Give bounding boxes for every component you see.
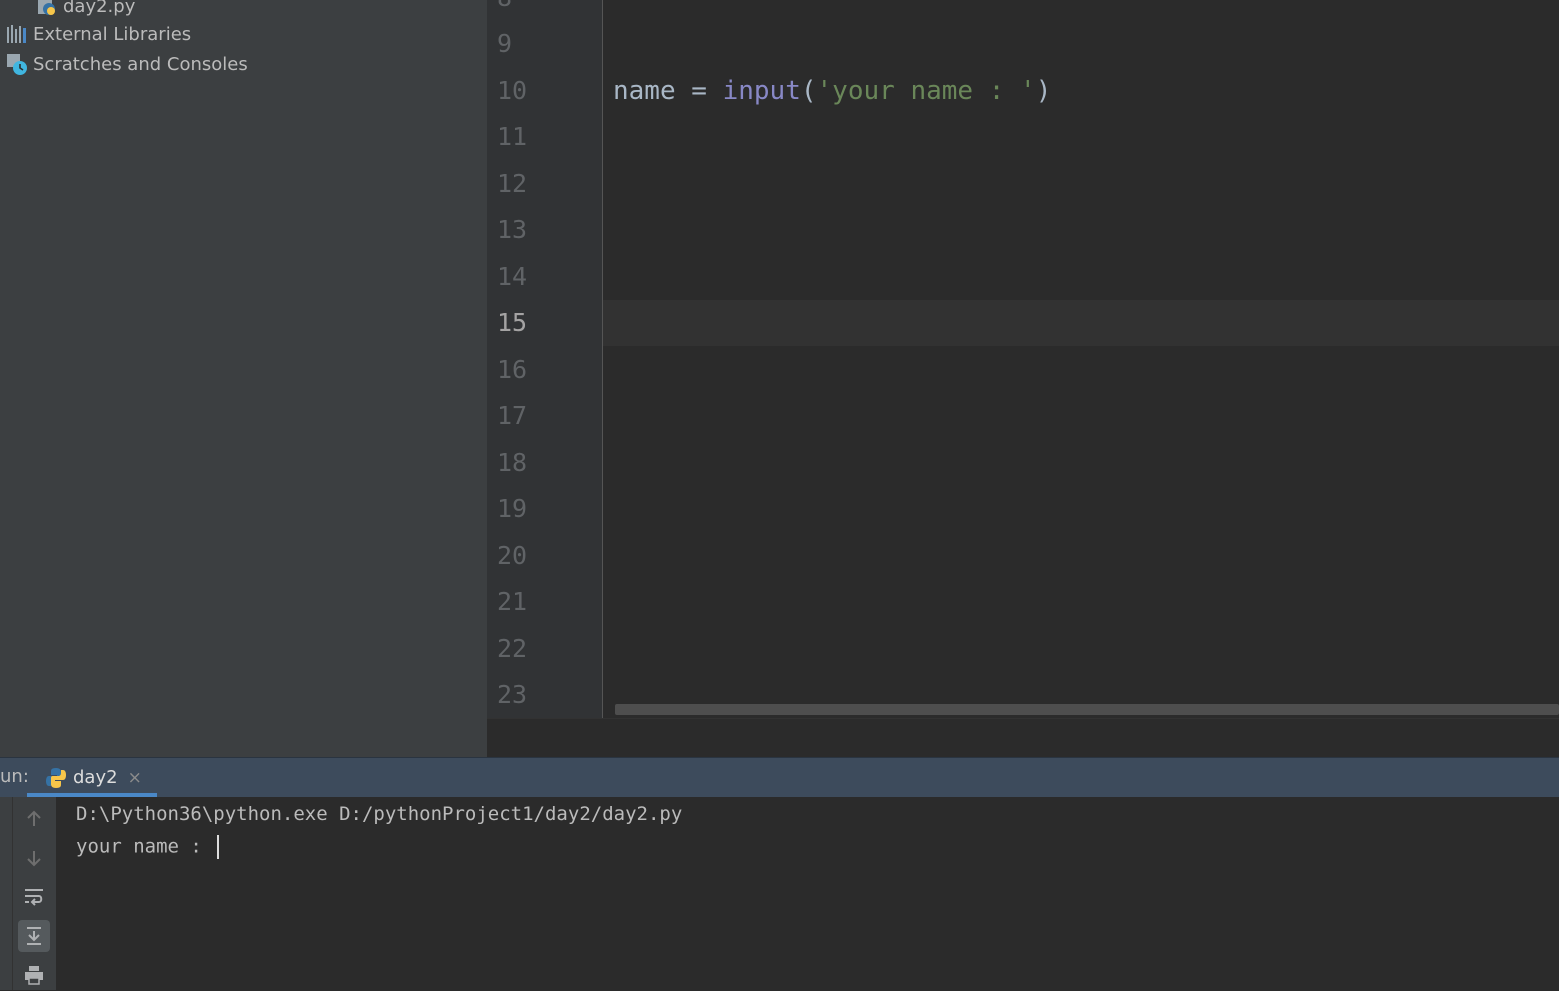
code-line-10[interactable]: name = input('your name : ') [613,74,1051,108]
line-number: 13 [497,215,528,244]
line-number: 8 [497,0,557,13]
line-number: 9 [497,29,513,58]
line-number: 22 [497,634,528,663]
line-number: 21 [497,587,528,616]
line-number: 10 [497,76,528,105]
editor-bottom-area [487,718,1559,758]
code-editor[interactable]: name = input('your name : ') [603,0,1559,718]
down-arrow-icon[interactable] [18,842,50,874]
run-toolbar [12,797,57,990]
line-number: 16 [497,355,528,384]
code-token-function: input [722,76,801,106]
code-token-operator: = [691,76,707,106]
line-number-current: 15 [497,308,528,337]
print-icon[interactable] [18,959,50,991]
soft-wrap-icon[interactable] [18,881,50,913]
tree-item-label: Scratches and Consoles [33,53,248,75]
line-number: 20 [497,541,528,570]
tree-item-label: day2.py [63,0,136,17]
text-caret [217,835,220,859]
console-prompt-line[interactable]: your name : [76,835,220,859]
run-tab-label: day2 [73,767,118,788]
editor-horizontal-scrollbar[interactable] [615,704,1559,715]
console-command-line: D:\Python36\python.exe D:/pythonProject1… [76,803,683,825]
tree-item-day2-py[interactable]: day2.py [36,0,135,21]
run-left-strip [0,797,12,990]
tree-item-scratches-and-consoles[interactable]: Scratches and Consoles [6,49,248,79]
code-token-string: 'your name : ' [816,76,1036,106]
line-number: 17 [497,401,528,430]
python-icon [45,767,67,789]
line-number: 14 [497,262,528,291]
line-number: 11 [497,122,528,151]
line-number: 19 [497,494,528,523]
console-prompt-text: your name : [76,835,214,858]
close-icon[interactable]: × [128,768,142,788]
editor-gutter: 8 9 10 11 12 13 14 15 16 17 18 19 20 21 … [487,0,602,718]
line-number: 12 [497,169,528,198]
code-token-variable: name [613,76,676,106]
run-console[interactable]: D:\Python36\python.exe D:/pythonProject1… [56,797,1559,990]
tree-item-external-libraries[interactable]: External Libraries [6,19,191,49]
project-tree-panel: day2.py External Libraries Scratches and… [0,0,487,757]
line-number: 23 [497,680,528,709]
scroll-to-end-icon[interactable] [18,920,50,952]
current-line-highlight [603,300,1559,346]
up-arrow-icon[interactable] [18,803,50,835]
code-token-paren-open: ( [800,76,817,106]
line-number: 18 [497,448,528,477]
run-toolwindow-header: un: day2 × [0,757,1559,797]
python-file-icon [36,0,58,17]
code-token-paren-close: ) [1035,76,1052,106]
library-icon [6,23,28,45]
tree-item-label: External Libraries [33,23,192,45]
run-label: un: [0,766,29,787]
scratches-icon [6,53,28,75]
run-tab-day2[interactable]: day2 × [27,758,157,797]
